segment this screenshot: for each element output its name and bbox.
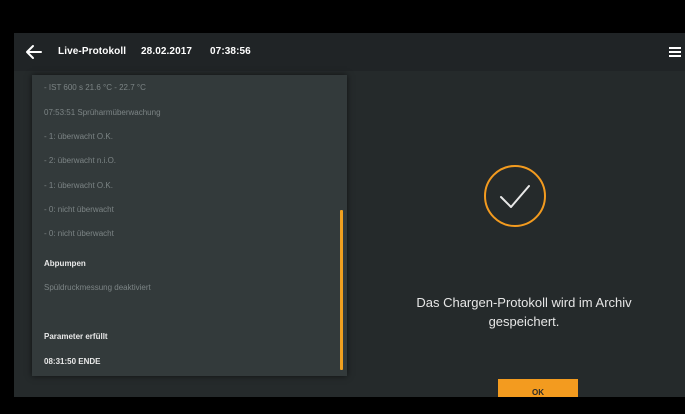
- checkmark-circle-icon: [484, 165, 546, 227]
- page-title: Live-Protokoll: [58, 46, 127, 57]
- log-line: Spüldruckmessung deaktiviert: [44, 283, 151, 292]
- log-line: - 0: nicht überwacht: [44, 229, 114, 238]
- log-line: - 0: nicht überwacht: [44, 205, 114, 214]
- status-message-line1: Das Chargen-Protokoll wird im Archiv: [416, 295, 632, 310]
- status-message-line2: gespeichert.: [488, 314, 560, 329]
- header-date: 28.02.2017: [141, 46, 193, 57]
- log-section-heading: Parameter erfüllt: [44, 332, 108, 341]
- log-line: 07:53:51 Sprüharmüberwachung: [44, 108, 161, 117]
- status-message: Das Chargen-Protokoll wird im Archiv ges…: [364, 293, 684, 331]
- log-section-heading: Abpumpen: [44, 259, 86, 268]
- hamburger-menu-icon[interactable]: [668, 43, 682, 61]
- ok-button[interactable]: OK: [498, 379, 578, 397]
- header-time: 07:38:56: [210, 46, 251, 57]
- protocol-log-panel[interactable]: - IST 600 s 21.6 °C - 22.7 °C 07:53:51 S…: [32, 75, 347, 376]
- header-bar: Live-Protokoll 28.02.2017 07:38:56: [14, 33, 685, 71]
- log-line: - 2: überwacht n.i.O.: [44, 156, 117, 165]
- app-screen: Live-Protokoll 28.02.2017 07:38:56 - IST…: [14, 33, 685, 397]
- log-line: - 1: überwacht O.K.: [44, 132, 113, 141]
- log-scrollbar[interactable]: [340, 210, 343, 370]
- log-line: - 1: überwacht O.K.: [44, 181, 113, 190]
- arrow-left-icon[interactable]: [24, 42, 44, 62]
- log-line: - IST 600 s 21.6 °C - 22.7 °C: [44, 83, 146, 92]
- log-end-line: 08:31:50 ENDE: [44, 357, 101, 366]
